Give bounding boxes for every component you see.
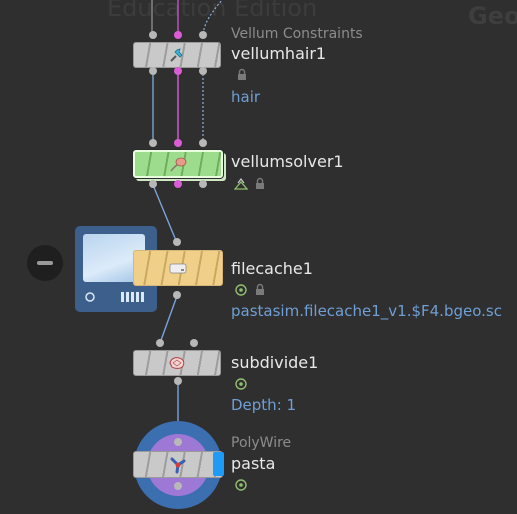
input-connector-2[interactable] (174, 139, 182, 147)
input-connector-1[interactable] (156, 339, 164, 347)
wire-filecache-subdivide (159, 295, 178, 344)
output-connector-2[interactable] (174, 67, 182, 75)
output-connector-1[interactable] (149, 180, 157, 188)
node-name[interactable]: pasta (231, 454, 275, 473)
node-name[interactable]: subdivide1 (231, 353, 318, 372)
node-filecache1[interactable] (133, 250, 223, 286)
input-connector-2[interactable] (190, 339, 198, 347)
bypass-flag-icon (235, 479, 247, 491)
node-vellumhair1[interactable] (133, 42, 221, 68)
node-name[interactable]: filecache1 (231, 259, 313, 278)
output-connector-3[interactable] (199, 180, 207, 188)
display-flag[interactable] (213, 452, 224, 476)
output-connector-2[interactable] (174, 180, 182, 188)
lock-icon (238, 68, 246, 80)
polywire-icon (170, 457, 186, 473)
remove-button[interactable] (27, 245, 63, 281)
input-connector-1[interactable] (149, 31, 157, 39)
node-vellumsolver1[interactable] (133, 150, 223, 178)
input-connector-3[interactable] (199, 31, 207, 39)
subdivide-icon (169, 357, 185, 369)
input-connector-3[interactable] (199, 139, 207, 147)
sim-flag-icon (234, 178, 248, 190)
node-name[interactable]: vellumsolver1 (231, 152, 344, 171)
output-connector-1[interactable] (149, 67, 157, 75)
node-type-label: Vellum Constraints (231, 26, 363, 42)
input-connector-1[interactable] (149, 139, 157, 147)
input-connector-2[interactable] (174, 31, 182, 39)
node-name[interactable]: vellumhair1 (231, 44, 326, 63)
pin-icon (170, 48, 183, 62)
input-connector[interactable] (174, 438, 182, 446)
lock-icon (256, 177, 264, 189)
lock-icon (256, 283, 264, 295)
node-pasta[interactable] (133, 451, 224, 478)
bypass-flag-icon (235, 284, 247, 296)
drive-indicator (85, 292, 144, 302)
node-param[interactable]: pastasim.filecache1_v1.$F4.bgeo.sc (231, 302, 502, 320)
disk-icon (169, 263, 187, 274)
wire-in-right (202, 0, 223, 35)
node-type-label: PolyWire (231, 435, 292, 451)
output-connector[interactable] (174, 482, 182, 490)
node-param[interactable]: hair (231, 88, 260, 106)
output-connector-3[interactable] (199, 67, 207, 75)
solver-icon (170, 157, 187, 172)
output-connector[interactable] (173, 291, 181, 299)
node-subdivide1[interactable] (133, 350, 221, 376)
input-connector[interactable] (173, 238, 181, 246)
output-connector[interactable] (174, 377, 182, 385)
bypass-flag-icon (235, 378, 247, 390)
node-param[interactable]: Depth: 1 (231, 396, 296, 414)
